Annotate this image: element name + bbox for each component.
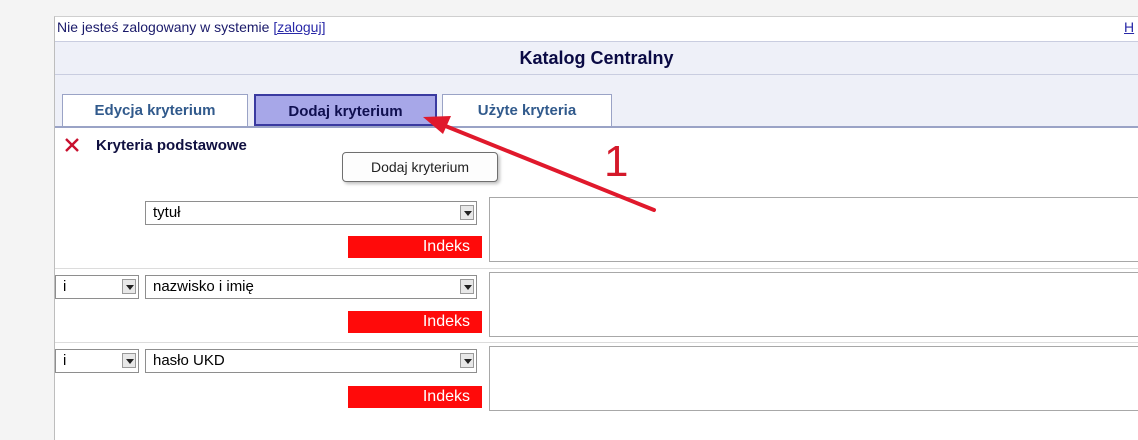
annotation-number: 1 bbox=[604, 137, 629, 186]
annotation-arrow-icon bbox=[423, 116, 656, 212]
